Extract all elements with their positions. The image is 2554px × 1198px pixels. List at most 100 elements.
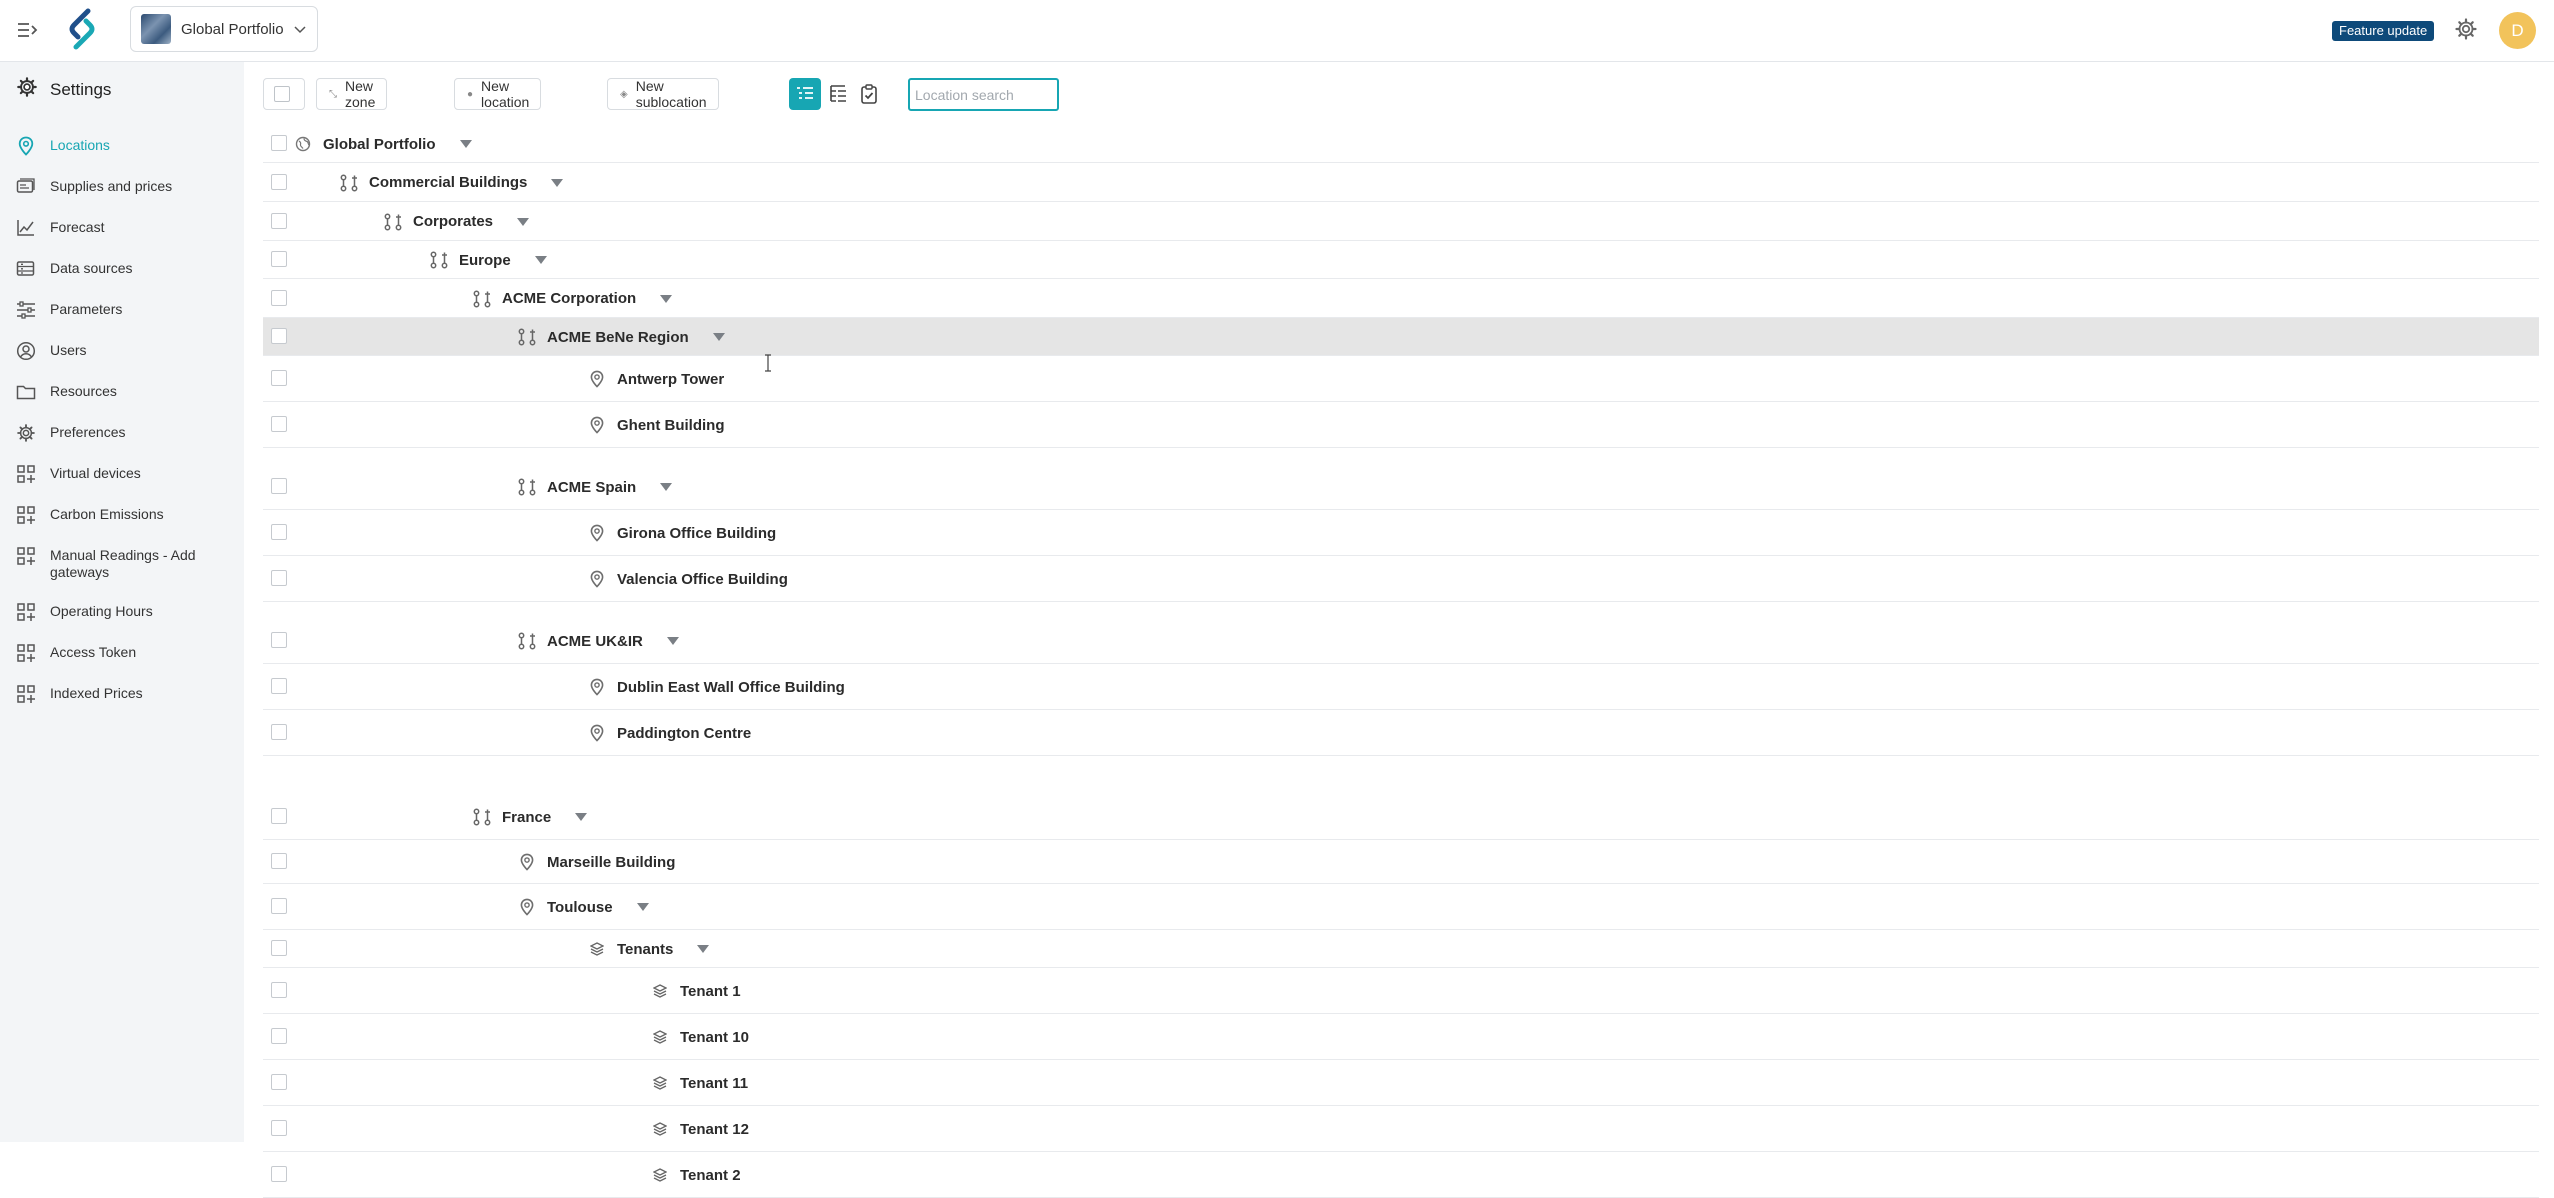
row-checkbox[interactable] — [271, 982, 287, 998]
new-zone-button[interactable]: ⤡ New zone — [316, 78, 388, 110]
new-sublocation-button[interactable]: ◈ New sublocation — [607, 78, 719, 110]
row-checkbox[interactable] — [271, 251, 287, 267]
tree-row[interactable]: Commercial Buildings — [263, 163, 2539, 202]
row-checkbox[interactable] — [271, 808, 287, 824]
portfolio-selector[interactable]: Global Portfolio — [130, 6, 318, 52]
row-checkbox[interactable] — [271, 1120, 287, 1136]
tree-row[interactable]: ACME Corporation — [263, 279, 2539, 318]
row-checkbox[interactable] — [271, 328, 287, 344]
sidebar-item-indexed-prices[interactable]: Indexed Prices — [16, 684, 236, 704]
row-checkbox[interactable] — [271, 173, 287, 190]
caret-down-icon[interactable] — [666, 637, 679, 645]
row-checkbox[interactable] — [271, 416, 287, 432]
tree-row[interactable]: Ghent Building — [263, 402, 2539, 448]
sidebar-item-operating-hours[interactable]: Operating Hours — [16, 602, 236, 622]
location-search-input[interactable] — [908, 78, 1059, 111]
tree-row[interactable]: ACME UK&IR — [263, 602, 2539, 664]
row-checkbox[interactable] — [271, 524, 287, 540]
tree-row[interactable]: Global Portfolio — [263, 125, 2539, 163]
sidebar-item-preferences[interactable]: Preferences — [16, 423, 236, 443]
tree-node[interactable]: Commercial Buildings — [340, 173, 564, 193]
row-checkbox[interactable] — [271, 1074, 287, 1090]
tree-node[interactable]: Corporates — [384, 212, 530, 232]
sidebar-item-carbon-emissions[interactable]: Carbon Emissions — [16, 505, 236, 525]
sidebar-item-users[interactable]: Users — [16, 341, 236, 361]
tree-row[interactable]: Europe — [263, 241, 2539, 279]
tree-row[interactable]: Girona Office Building — [263, 510, 2539, 556]
tree-node[interactable]: Global Portfolio — [294, 134, 472, 154]
tree-row[interactable]: Toulouse — [263, 884, 2539, 930]
tree-row[interactable]: Antwerp Tower — [263, 356, 2539, 402]
row-checkbox[interactable] — [271, 570, 287, 586]
tree-row[interactable]: Corporates — [263, 202, 2539, 241]
tree-node[interactable]: Dublin East Wall Office Building — [588, 677, 845, 697]
tree-row[interactable]: ACME Spain — [263, 448, 2539, 510]
tree-row[interactable]: ACME BeNe Region — [263, 318, 2539, 356]
row-checkbox[interactable] — [271, 478, 287, 494]
sidebar-item-data-sources[interactable]: Data sources — [16, 259, 236, 279]
tree-node[interactable]: Tenant 10 — [651, 1027, 749, 1047]
row-checkbox[interactable] — [271, 1028, 287, 1044]
caret-down-icon[interactable] — [459, 140, 472, 148]
tree-row[interactable]: Paddington Centre — [263, 710, 2539, 756]
select-all-checkbox[interactable] — [263, 78, 305, 110]
tree-row[interactable]: Tenant 12 — [263, 1106, 2539, 1152]
tree-node[interactable]: ACME UK&IR — [518, 631, 679, 651]
tree-node[interactable]: ACME Spain — [518, 477, 673, 497]
tree-node[interactable]: Toulouse — [518, 897, 649, 917]
row-checkbox[interactable] — [271, 853, 287, 869]
row-checkbox[interactable] — [271, 898, 287, 914]
row-checkbox[interactable] — [271, 212, 287, 229]
row-checkbox[interactable] — [271, 678, 287, 694]
tree-node[interactable]: Antwerp Tower — [588, 369, 724, 389]
tree-node[interactable]: Tenant 1 — [651, 981, 741, 1001]
tree-node[interactable]: ACME Corporation — [473, 289, 673, 309]
list-view-icon[interactable] — [789, 78, 821, 110]
sidebar-item-parameters[interactable]: Parameters — [16, 300, 236, 320]
tree-node[interactable]: Tenant 2 — [651, 1165, 741, 1185]
tree-row[interactable]: Dublin East Wall Office Building — [263, 664, 2539, 710]
tree-row[interactable]: Tenants — [263, 930, 2539, 968]
tree-row[interactable]: Tenant 2 — [263, 1152, 2539, 1198]
caret-down-icon[interactable] — [636, 903, 649, 911]
sidebar-item-resources[interactable]: Resources — [16, 382, 236, 402]
app-logo[interactable] — [58, 5, 106, 53]
sidebar-item-manual-readings-add-gateways[interactable]: Manual Readings - Add gateways — [16, 546, 236, 581]
caret-down-icon[interactable] — [697, 945, 710, 953]
tree-row[interactable]: Valencia Office Building — [263, 556, 2539, 602]
clipboard-check-icon[interactable] — [853, 78, 885, 110]
tree-row[interactable]: Tenant 11 — [263, 1060, 2539, 1106]
row-checkbox[interactable] — [271, 940, 287, 956]
tree-row[interactable]: Tenant 10 — [263, 1014, 2539, 1060]
sidebar-item-locations[interactable]: Locations — [16, 136, 236, 156]
tree-node[interactable]: ACME BeNe Region — [518, 327, 725, 347]
tree-row[interactable]: Tenant 1 — [263, 968, 2539, 1014]
tree-node[interactable]: Marseille Building — [518, 852, 675, 872]
new-location-button[interactable]: ● New location — [454, 78, 542, 110]
tree-view-icon[interactable] — [822, 78, 854, 110]
caret-down-icon[interactable] — [517, 217, 530, 226]
gear-icon[interactable] — [2454, 17, 2478, 41]
tree-row[interactable]: France — [263, 756, 2539, 840]
sidebar-item-access-token[interactable]: Access Token — [16, 643, 236, 663]
row-checkbox[interactable] — [271, 1166, 287, 1182]
tree-node[interactable]: Girona Office Building — [588, 523, 776, 543]
caret-down-icon[interactable] — [660, 294, 673, 303]
sidebar-item-forecast[interactable]: Forecast — [16, 218, 236, 238]
row-checkbox[interactable] — [271, 289, 287, 306]
caret-down-icon[interactable] — [575, 813, 588, 821]
tree-row[interactable]: Marseille Building — [263, 840, 2539, 884]
caret-down-icon[interactable] — [712, 333, 725, 341]
sidebar-item-supplies-and-prices[interactable]: Supplies and prices — [16, 177, 236, 197]
tree-node[interactable]: Tenants — [588, 939, 710, 959]
tree-node[interactable]: France — [473, 807, 588, 827]
tree-node[interactable]: Ghent Building — [588, 415, 724, 435]
row-checkbox[interactable] — [271, 370, 287, 386]
row-checkbox[interactable] — [271, 724, 287, 740]
row-checkbox[interactable] — [271, 135, 287, 151]
tree-node[interactable]: Tenant 12 — [651, 1119, 749, 1139]
row-checkbox[interactable] — [271, 632, 287, 648]
caret-down-icon[interactable] — [660, 483, 673, 491]
tree-node[interactable]: Tenant 11 — [651, 1073, 748, 1093]
tree-node[interactable]: Paddington Centre — [588, 723, 751, 743]
